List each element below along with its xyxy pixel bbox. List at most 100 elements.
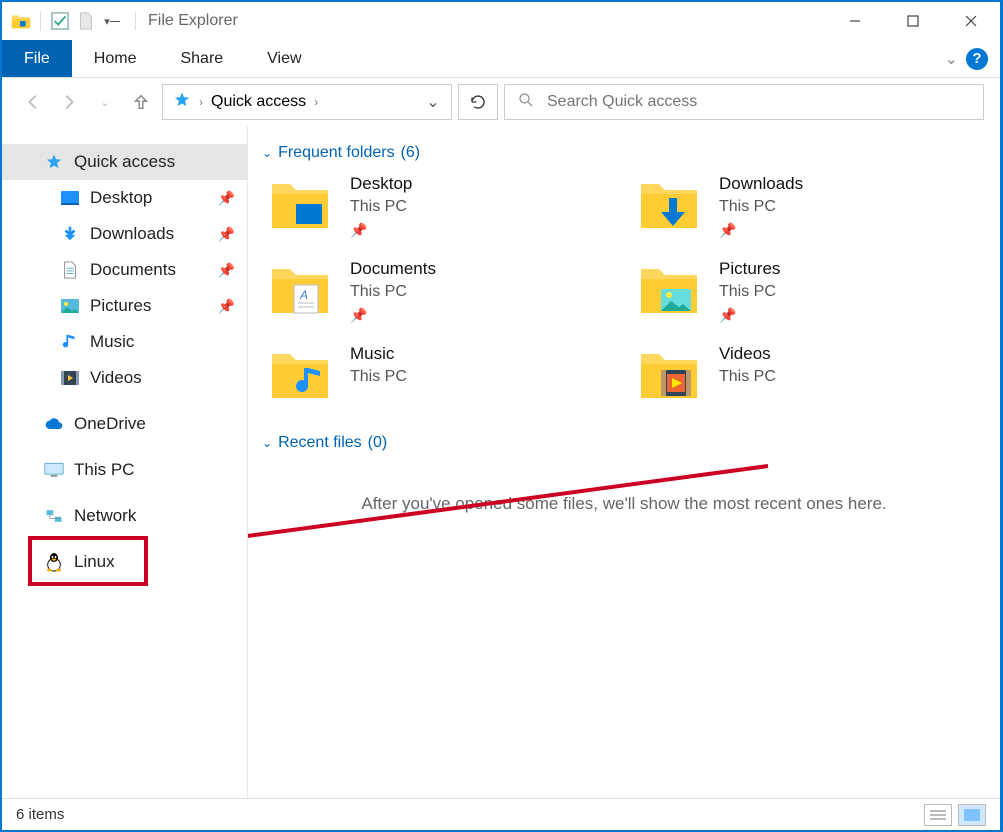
breadcrumb-root[interactable]: Quick access [211, 93, 306, 111]
view-thumbnails-button[interactable] [958, 804, 986, 826]
back-button[interactable] [18, 87, 48, 117]
download-arrow-icon [60, 224, 80, 244]
status-item-count: 6 items [16, 806, 64, 823]
forward-button[interactable] [54, 87, 84, 117]
folder-name: Videos [719, 344, 776, 364]
pin-icon: 📌 [218, 226, 235, 243]
minimize-button[interactable] [826, 2, 884, 40]
sidebar-item-videos[interactable]: Videos [2, 360, 247, 396]
sidebar-label: Music [90, 332, 134, 352]
picture-icon [60, 296, 80, 316]
tab-share[interactable]: Share [158, 40, 245, 77]
breadcrumb-sep-icon: › [314, 95, 318, 109]
refresh-button[interactable] [458, 84, 498, 120]
recent-locations-icon[interactable]: ⌄ [90, 87, 120, 117]
folder-tile-videos[interactable]: Videos This PC [637, 344, 986, 404]
tux-icon [44, 552, 64, 572]
section-count: (6) [401, 144, 421, 162]
folder-tile-documents[interactable]: A Documents This PC 📌 [268, 259, 617, 324]
search-box[interactable] [504, 84, 984, 120]
window-title: File Explorer [135, 12, 238, 30]
sidebar-label: Pictures [90, 296, 151, 316]
document-icon [60, 260, 80, 280]
sidebar-label: OneDrive [74, 414, 146, 434]
folder-name: Pictures [719, 259, 780, 279]
recent-empty-message: After you've opened some files, we'll sh… [262, 464, 986, 544]
pin-icon: 📌 [218, 262, 235, 279]
folder-sublabel: This PC [719, 198, 803, 216]
maximize-button[interactable] [884, 2, 942, 40]
sidebar-item-documents[interactable]: Documents 📌 [2, 252, 247, 288]
section-frequent-header[interactable]: ⌄ Frequent folders (6) [262, 144, 986, 162]
section-recent-header[interactable]: ⌄ Recent files (0) [262, 434, 986, 452]
sidebar-item-quick-access[interactable]: Quick access [2, 144, 247, 180]
chevron-down-icon: ⌄ [262, 146, 272, 160]
tab-file[interactable]: File [2, 40, 72, 77]
sidebar-item-pictures[interactable]: Pictures 📌 [2, 288, 247, 324]
cloud-icon [44, 414, 64, 434]
document-icon[interactable] [75, 10, 97, 32]
help-button[interactable]: ? [966, 48, 988, 70]
sidebar-item-music[interactable]: Music [2, 324, 247, 360]
address-dropdown-icon[interactable]: ⌄ [419, 92, 447, 112]
video-icon [60, 368, 80, 388]
folder-sublabel: This PC [719, 283, 780, 301]
sidebar-label: Desktop [90, 188, 152, 208]
search-input[interactable] [547, 93, 971, 111]
sidebar-label: This PC [74, 460, 134, 480]
sidebar-label: Videos [90, 368, 142, 388]
folder-tile-music[interactable]: Music This PC [268, 344, 617, 404]
folder-icon [637, 344, 701, 404]
folder-sublabel: This PC [719, 368, 776, 386]
nav-pane: Quick access Desktop 📌 Downloads 📌 Docum… [2, 126, 248, 798]
ribbon-expand-icon[interactable]: ⌄ [945, 49, 958, 69]
view-details-button[interactable] [924, 804, 952, 826]
folder-sublabel: This PC [350, 198, 412, 216]
section-label: Recent files [278, 434, 362, 452]
breadcrumb-sep-icon: › [199, 95, 203, 109]
quick-access-star-icon [44, 152, 64, 172]
checkbox-icon[interactable] [49, 10, 71, 32]
folder-name: Documents [350, 259, 436, 279]
folder-icon [268, 344, 332, 404]
folder-icon: A [268, 259, 332, 319]
network-icon [44, 506, 64, 526]
svg-text:A: A [299, 288, 308, 302]
sidebar-label: Documents [90, 260, 176, 280]
sidebar-label: Downloads [90, 224, 174, 244]
folder-name: Desktop [350, 174, 412, 194]
sidebar-item-thispc[interactable]: This PC [2, 452, 247, 488]
close-button[interactable] [942, 2, 1000, 40]
section-count: (0) [368, 434, 388, 452]
sidebar-item-desktop[interactable]: Desktop 📌 [2, 180, 247, 216]
quick-access-star-icon [173, 91, 191, 114]
folder-tile-desktop[interactable]: Desktop This PC 📌 [268, 174, 617, 239]
sidebar-item-linux[interactable]: Linux [2, 544, 247, 580]
chevron-down-icon: ⌄ [262, 436, 272, 450]
sidebar-label: Linux [74, 552, 115, 572]
frequent-folders-grid: Desktop This PC 📌 Downloads This PC 📌 [262, 174, 986, 404]
folder-name: Music [350, 344, 407, 364]
tab-home[interactable]: Home [72, 40, 159, 77]
monitor-icon [44, 460, 64, 480]
sidebar-item-onedrive[interactable]: OneDrive [2, 406, 247, 442]
folder-icon [268, 174, 332, 234]
qat-divider [40, 11, 41, 31]
pin-icon: 📌 [719, 222, 803, 239]
up-button[interactable] [126, 87, 156, 117]
tab-view[interactable]: View [245, 40, 323, 77]
sidebar-label: Quick access [74, 152, 175, 172]
folder-icon [637, 259, 701, 319]
folder-icon [637, 174, 701, 234]
sidebar-item-downloads[interactable]: Downloads 📌 [2, 216, 247, 252]
titlebar: ▾ File Explorer [2, 2, 1000, 40]
sidebar-item-network[interactable]: Network [2, 498, 247, 534]
status-bar: 6 items [2, 798, 1000, 830]
qat-dropdown-icon[interactable]: ▾ [101, 10, 123, 32]
folder-tile-downloads[interactable]: Downloads This PC 📌 [637, 174, 986, 239]
folder-sublabel: This PC [350, 283, 436, 301]
folder-tile-pictures[interactable]: Pictures This PC 📌 [637, 259, 986, 324]
address-bar[interactable]: › Quick access › ⌄ [162, 84, 452, 120]
pin-icon: 📌 [218, 190, 235, 207]
pin-icon: 📌 [350, 307, 436, 324]
